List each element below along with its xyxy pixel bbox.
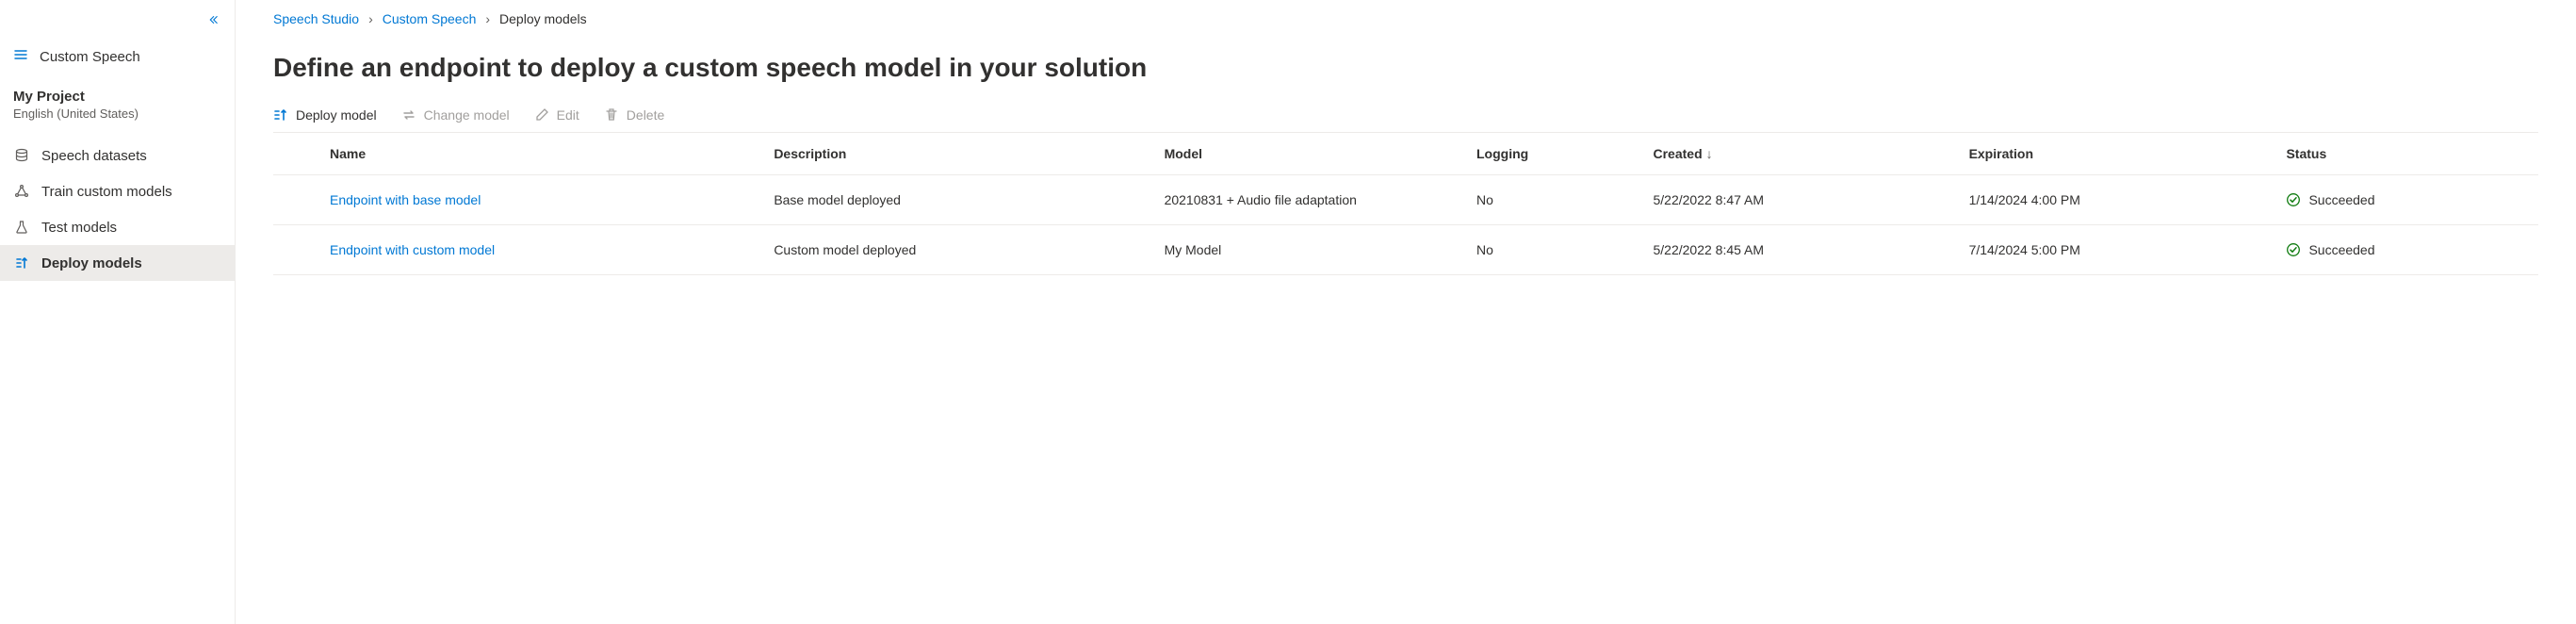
sidebar-home-label: Custom Speech (40, 49, 140, 65)
swap-icon (401, 107, 416, 123)
edit-button: Edit (534, 107, 579, 123)
endpoints-table: Name Description Model Logging Created↓ … (273, 132, 2538, 275)
deploy-icon (273, 107, 288, 123)
breadcrumb: Speech Studio › Custom Speech › Deploy m… (273, 11, 2538, 26)
cell-logging: No (1465, 175, 1642, 225)
cell-logging: No (1465, 225, 1642, 275)
column-expiration[interactable]: Expiration (1958, 133, 2275, 175)
cell-model: 20210831 + Audio file adaptation (1153, 175, 1465, 225)
list-icon (13, 47, 28, 66)
column-status[interactable]: Status (2274, 133, 2538, 175)
main-content: Speech Studio › Custom Speech › Deploy m… (236, 0, 2576, 624)
deploy-model-button[interactable]: Deploy model (273, 107, 377, 123)
table-row[interactable]: Endpoint with custom model Custom model … (273, 225, 2538, 275)
column-model[interactable]: Model (1153, 133, 1465, 175)
column-select (273, 133, 318, 175)
sidebar-home[interactable]: Custom Speech (0, 38, 235, 83)
sidebar-item-label: Train custom models (41, 184, 172, 200)
toolbar-label: Change model (424, 107, 510, 123)
status-text: Succeeded (2308, 242, 2374, 257)
toolbar-label: Delete (627, 107, 664, 123)
toolbar: Deploy model Change model Edit Delete (273, 107, 2538, 123)
cell-created: 5/22/2022 8:47 AM (1641, 175, 1957, 225)
breadcrumb-custom-speech[interactable]: Custom Speech (383, 11, 477, 26)
sidebar-item-speech-datasets[interactable]: Speech datasets (0, 138, 235, 173)
chevron-double-left-icon (206, 13, 220, 26)
network-icon (13, 183, 30, 200)
delete-button: Delete (604, 107, 664, 123)
database-icon (13, 147, 30, 164)
project-block: My Project English (United States) (0, 83, 235, 138)
status-badge: Succeeded (2286, 192, 2527, 207)
column-logging[interactable]: Logging (1465, 133, 1642, 175)
project-title: My Project (13, 89, 221, 105)
collapse-sidebar-button[interactable] (0, 8, 235, 38)
sidebar-item-label: Test models (41, 220, 117, 236)
chevron-right-icon: › (368, 11, 373, 26)
toolbar-label: Edit (557, 107, 579, 123)
sidebar-item-label: Deploy models (41, 255, 142, 271)
breadcrumb-current: Deploy models (499, 11, 587, 26)
cell-description: Custom model deployed (762, 225, 1152, 275)
page-title: Define an endpoint to deploy a custom sp… (273, 53, 2538, 83)
cell-created: 5/22/2022 8:45 AM (1641, 225, 1957, 275)
status-text: Succeeded (2308, 192, 2374, 207)
pencil-icon (534, 107, 549, 123)
sidebar-item-label: Speech datasets (41, 148, 147, 164)
sidebar-item-deploy-models[interactable]: Deploy models (0, 245, 235, 281)
column-name[interactable]: Name (318, 133, 762, 175)
row-select[interactable] (273, 175, 318, 225)
check-circle-icon (2286, 242, 2301, 257)
row-select[interactable] (273, 225, 318, 275)
endpoint-link[interactable]: Endpoint with base model (330, 192, 481, 207)
deploy-icon (13, 255, 30, 271)
breadcrumb-speech-studio[interactable]: Speech Studio (273, 11, 359, 26)
chevron-right-icon: › (485, 11, 490, 26)
flask-icon (13, 219, 30, 236)
sidebar-item-test-models[interactable]: Test models (0, 209, 235, 245)
sidebar: Custom Speech My Project English (United… (0, 0, 236, 624)
cell-description: Base model deployed (762, 175, 1152, 225)
endpoint-link[interactable]: Endpoint with custom model (330, 242, 495, 257)
cell-expiration: 7/14/2024 5:00 PM (1958, 225, 2275, 275)
check-circle-icon (2286, 192, 2301, 207)
sort-down-icon: ↓ (1706, 146, 1713, 161)
column-description[interactable]: Description (762, 133, 1152, 175)
cell-expiration: 1/14/2024 4:00 PM (1958, 175, 2275, 225)
project-language: English (United States) (13, 107, 221, 121)
sidebar-item-train-models[interactable]: Train custom models (0, 173, 235, 209)
trash-icon (604, 107, 619, 123)
cell-model: My Model (1153, 225, 1465, 275)
change-model-button: Change model (401, 107, 510, 123)
column-created[interactable]: Created↓ (1641, 133, 1957, 175)
table-row[interactable]: Endpoint with base model Base model depl… (273, 175, 2538, 225)
status-badge: Succeeded (2286, 242, 2527, 257)
toolbar-label: Deploy model (296, 107, 377, 123)
